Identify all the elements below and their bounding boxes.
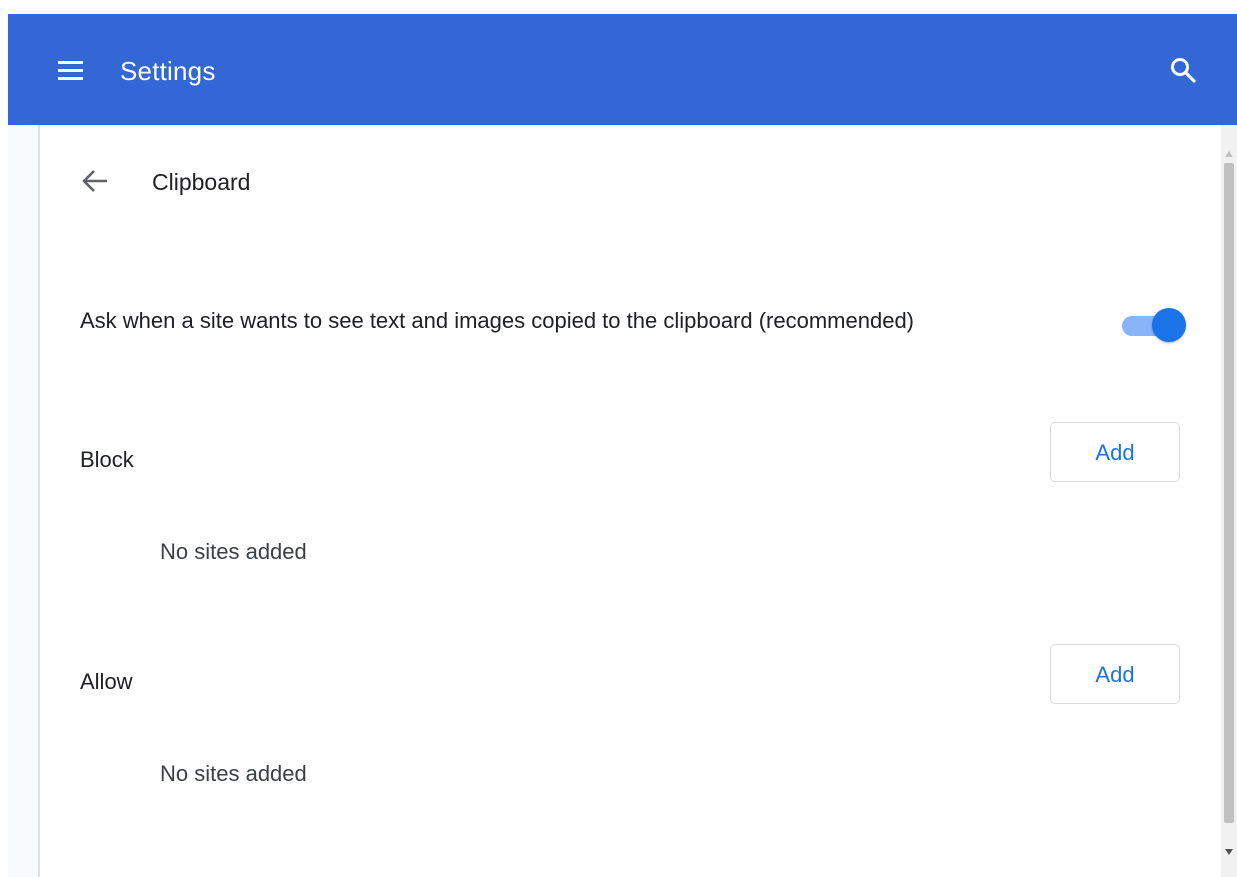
clipboard-settings-card: Clipboard Ask when a site wants to see t… <box>38 125 1220 877</box>
arrow-back-icon <box>82 170 107 192</box>
toggle-knob <box>1152 308 1186 342</box>
block-empty-message: No sites added <box>160 539 307 564</box>
menu-button[interactable] <box>52 53 98 89</box>
clipboard-ask-row: Ask when a site wants to see text and im… <box>40 293 1220 349</box>
allow-add-button[interactable]: Add <box>1050 644 1180 704</box>
settings-window: Settings Clipboard Ask when a site wants… <box>8 14 1237 877</box>
clipboard-ask-label: Ask when a site wants to see text and im… <box>80 308 915 333</box>
allow-empty-message: No sites added <box>160 761 307 786</box>
vertical-scrollbar[interactable] <box>1221 125 1237 877</box>
scroll-up-arrow-icon[interactable] <box>1225 151 1233 157</box>
block-add-button[interactable]: Add <box>1050 422 1180 482</box>
block-section-label: Block <box>80 447 134 472</box>
block-section-header: Block Add <box>40 422 1220 488</box>
settings-title: Settings <box>120 56 216 86</box>
hamburger-menu-icon <box>58 61 83 80</box>
subpage-header: Clipboard <box>40 125 1220 235</box>
allow-section-label: Allow <box>80 669 133 694</box>
scrollbar-thumb[interactable] <box>1224 163 1234 823</box>
allow-section-header: Allow Add <box>40 644 1220 710</box>
back-button[interactable] <box>78 163 114 199</box>
search-button[interactable] <box>1165 52 1201 88</box>
clipboard-ask-toggle[interactable] <box>1120 308 1186 342</box>
page-title: Clipboard <box>152 169 251 195</box>
settings-toolbar: Settings <box>8 14 1237 125</box>
search-icon <box>1171 58 1196 83</box>
scroll-down-arrow-icon[interactable] <box>1225 849 1233 855</box>
